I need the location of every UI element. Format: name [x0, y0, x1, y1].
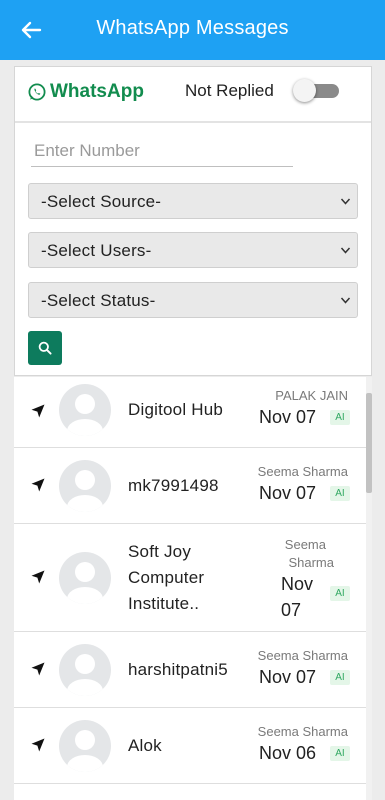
ai-badge: AI	[330, 670, 350, 685]
page-title: WhatsApp Messages	[96, 17, 289, 39]
contact-name: Soft Joy	[128, 542, 192, 561]
person-placeholder-icon	[67, 730, 103, 772]
not-replied-toggle[interactable]	[293, 79, 341, 102]
toggle-knob	[293, 79, 316, 102]
message-date: Nov 06	[258, 743, 316, 763]
contact-name: Institute..	[128, 594, 200, 613]
chevron-down-icon	[340, 247, 351, 254]
ai-badge: AI	[330, 746, 350, 761]
person-placeholder-icon	[67, 562, 103, 604]
navigation-arrow-icon	[31, 738, 45, 752]
contact-name: mk7991498	[128, 476, 219, 495]
agent-name: PALAK JAIN	[275, 388, 348, 403]
conversation-row[interactable]	[14, 784, 366, 800]
brand-label: WhatsApp	[50, 81, 144, 102]
filter-panel: WhatsApp Not Replied -Select Source- -Se…	[14, 66, 372, 376]
contact-name: Computer	[128, 568, 205, 587]
agent-name: Seema Sharma	[257, 464, 348, 479]
conversation-row[interactable]: harshitpatni5 Seema Sharma Nov 07 AI	[14, 632, 366, 708]
message-date: Nov 07	[258, 407, 316, 427]
conversation-row[interactable]: Alok Seema Sharma Nov 06 AI	[14, 708, 366, 784]
ai-badge: AI	[330, 410, 350, 425]
conversation-row[interactable]: mk7991498 Seema Sharma Nov 07 AI	[14, 448, 366, 524]
ai-badge: AI	[330, 586, 350, 601]
ai-badge: AI	[330, 486, 350, 501]
person-placeholder-icon	[67, 470, 103, 512]
search-icon	[38, 341, 52, 355]
conversation-row[interactable]: Digitool Hub PALAK JAIN Nov 07 AI	[14, 377, 366, 448]
navigation-arrow-icon	[31, 570, 45, 584]
avatar	[59, 460, 111, 512]
contact-name: Alok	[128, 736, 162, 755]
agent-name: Seema Sharma	[257, 648, 348, 663]
whatsapp-icon	[28, 83, 46, 101]
avatar	[59, 552, 111, 604]
brand-row: WhatsApp Not Replied	[15, 67, 371, 123]
status-select[interactable]: -Select Status-	[28, 282, 358, 318]
navigation-arrow-icon	[31, 478, 45, 492]
scrollbar-thumb[interactable]	[366, 393, 372, 493]
message-date: Nov 07	[258, 667, 316, 687]
users-select-value: -Select Users-	[41, 241, 152, 260]
person-placeholder-icon	[67, 654, 103, 696]
navigation-arrow-icon	[31, 662, 45, 676]
status-select-value: -Select Status-	[41, 291, 156, 310]
avatar	[59, 720, 111, 772]
users-select[interactable]: -Select Users-	[28, 232, 358, 268]
not-replied-label: Not Replied	[185, 81, 274, 100]
number-input[interactable]	[31, 135, 293, 167]
message-date: 07	[281, 600, 302, 620]
avatar	[59, 384, 111, 436]
source-select-value: -Select Source-	[41, 192, 162, 211]
avatar	[59, 644, 111, 696]
whatsapp-brand: WhatsApp	[27, 81, 144, 103]
contact-name: Digitool Hub	[128, 400, 224, 419]
search-button[interactable]	[28, 331, 62, 365]
conversation-list: Digitool Hub PALAK JAIN Nov 07 AI mk7991…	[14, 377, 366, 800]
chevron-down-icon	[340, 297, 351, 304]
source-select[interactable]: -Select Source-	[28, 183, 358, 219]
chevron-down-icon	[340, 198, 351, 205]
message-date: Nov	[281, 574, 314, 594]
app-bar: WhatsApp Messages	[0, 0, 385, 60]
person-placeholder-icon	[67, 394, 103, 436]
contact-name: harshitpatni5	[128, 660, 228, 679]
agent-name: Sharma	[288, 555, 334, 570]
agent-name: Seema	[284, 537, 326, 552]
conversation-row[interactable]: Soft Joy Computer Institute.. Seema Shar…	[14, 524, 366, 632]
message-date: Nov 07	[258, 483, 316, 503]
navigation-arrow-icon	[31, 404, 45, 418]
agent-name: Seema Sharma	[257, 724, 348, 739]
